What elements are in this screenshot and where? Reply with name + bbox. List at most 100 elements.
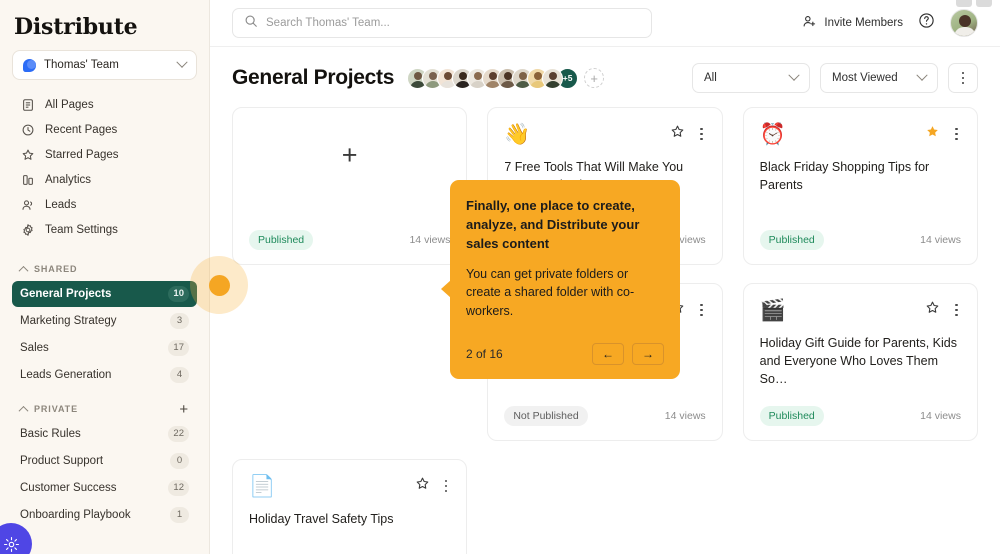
card-title: Holiday Travel Safety Tips [249, 512, 394, 526]
avatar[interactable] [542, 67, 564, 89]
main-content: Invite Members General Projects [210, 0, 1000, 554]
sidebar-folder-product-support[interactable]: Product Support 0 [12, 448, 197, 474]
primary-nav: All Pages Recent Pages Starred Pages Ana… [12, 92, 197, 248]
folder-count: 10 [168, 286, 189, 302]
user-avatar[interactable] [950, 9, 978, 37]
sidebar-item-label: Leads [45, 198, 77, 211]
shared-section-header[interactable]: SHARED [12, 257, 197, 281]
app-logo: Distribute [14, 14, 138, 40]
sidebar-folder-marketing-strategy[interactable]: Marketing Strategy 3 [12, 308, 197, 334]
page-card[interactable]: 📄 Holiday Travel Safety Tips Published 1… [232, 459, 468, 554]
sort-dropdown[interactable]: Most Viewed [820, 63, 938, 93]
chevron-down-icon [176, 56, 188, 68]
card-header: 📄 [249, 476, 450, 497]
folder-label: Marketing Strategy [20, 315, 117, 327]
sidebar-folder-onboarding-playbook[interactable]: Onboarding Playbook 1 [12, 502, 197, 528]
add-private-folder-button[interactable]: + [179, 402, 189, 417]
sidebar-item-starred-pages[interactable]: Starred Pages [12, 142, 197, 167]
tooltip-next-button[interactable]: → [632, 342, 664, 365]
status-badge: Published [249, 230, 314, 250]
sparkle-icon [3, 536, 20, 553]
sidebar-item-analytics[interactable]: Analytics [12, 167, 197, 192]
sidebar-item-recent-pages[interactable]: Recent Pages [12, 117, 197, 142]
folder-label: Sales [20, 342, 49, 354]
sidebar-item-label: Team Settings [45, 223, 118, 236]
sidebar-item-label: Analytics [45, 173, 92, 186]
chevron-up-icon [18, 405, 29, 416]
sidebar-folder-general-projects[interactable]: General Projects 10 [12, 281, 197, 307]
page-card[interactable]: ⏰ Black Friday Shopping Tips for Parents… [742, 107, 978, 265]
tooltip-nav: ← → [592, 342, 664, 365]
sidebar-item-all-pages[interactable]: All Pages [12, 92, 197, 117]
status-badge: Published [759, 406, 824, 426]
invite-members-label: Invite Members [824, 17, 903, 29]
window-chrome-partial [956, 0, 992, 7]
team-name: Thomas' Team [44, 59, 119, 71]
kebab-menu-icon[interactable] [697, 126, 706, 143]
sidebar-folder-customer-success[interactable]: Customer Success 12 [12, 475, 197, 501]
sidebar: Distribute Thomas' Team All Pages Recent… [0, 0, 210, 554]
card-footer: Published 14 views [759, 230, 961, 250]
card-actions [925, 300, 961, 320]
sidebar-folder-leads-generation[interactable]: Leads Generation 4 [12, 362, 197, 388]
card-header: 👋 [504, 124, 705, 145]
views-count: 14 views [920, 410, 961, 422]
private-section-label: PRIVATE [34, 404, 78, 414]
add-member-button[interactable]: + [584, 68, 605, 88]
private-section-header[interactable]: PRIVATE + [12, 397, 197, 421]
filter-dropdown[interactable]: All [692, 63, 810, 93]
page-card[interactable]: 🎬 Holiday Gift Guide for Parents, Kids a… [742, 283, 978, 441]
sidebar-folder-basic-rules[interactable]: Basic Rules 22 [12, 421, 197, 447]
search-bar[interactable] [232, 8, 652, 38]
star-icon[interactable] [925, 300, 940, 320]
folder-label: Customer Success [20, 482, 117, 494]
star-filled-icon[interactable] [925, 124, 940, 144]
status-badge: Published [759, 230, 824, 250]
alarm-clock-emoji-icon: ⏰ [759, 123, 786, 146]
team-switcher[interactable]: Thomas' Team [12, 50, 197, 80]
folder-count: 3 [170, 313, 189, 329]
star-icon[interactable] [670, 124, 685, 144]
clock-icon [20, 122, 35, 137]
sidebar-folder-sales[interactable]: Sales 17 [12, 335, 197, 361]
kebab-menu-icon[interactable] [442, 478, 451, 495]
card-header: 🎬 [760, 300, 961, 321]
search-input[interactable] [266, 17, 640, 29]
kebab-menu-icon[interactable] [948, 63, 978, 93]
sidebar-item-team-settings[interactable]: Team Settings [12, 217, 197, 242]
kebab-menu-icon[interactable] [697, 302, 706, 319]
sidebar-item-leads[interactable]: Leads [12, 192, 197, 217]
card-actions [415, 476, 451, 496]
onboarding-tooltip: Finally, one place to create, analyze, a… [441, 180, 680, 379]
team-dot-icon [23, 58, 36, 72]
chevron-down-icon [916, 69, 928, 81]
page-header: General Projects +5 + All Most Viewed [210, 47, 1000, 103]
shared-section-label: SHARED [34, 264, 78, 274]
people-icon [20, 197, 35, 212]
tooltip-heading: Finally, one place to create, analyze, a… [466, 198, 640, 251]
question-circle-icon[interactable] [918, 12, 935, 34]
page-header-controls: All Most Viewed [692, 63, 978, 93]
tooltip-prev-button[interactable]: ← [592, 342, 624, 365]
filter-value: All [704, 72, 717, 84]
folder-label: General Projects [20, 288, 112, 300]
tooltip-body: You can get private folders or create a … [466, 266, 635, 319]
views-count: 14 views [664, 410, 706, 422]
folder-count: 0 [170, 453, 189, 469]
bar-chart-icon [20, 172, 35, 187]
card-footer: Not Published 14 views [504, 406, 706, 426]
views-count: 14 views [409, 234, 451, 246]
star-icon[interactable] [415, 476, 430, 496]
folder-count: 17 [168, 340, 189, 356]
create-page-card[interactable]: + Published 14 views [232, 107, 468, 265]
invite-members-button[interactable]: Invite Members [802, 14, 903, 32]
page-title: General Projects [232, 66, 395, 89]
card-title: Holiday Gift Guide for Parents, Kids and… [759, 336, 957, 386]
folder-count: 4 [170, 367, 189, 383]
kebab-menu-icon[interactable] [952, 126, 961, 143]
member-avatar-stack: +5 + [407, 67, 605, 89]
folder-count: 12 [168, 480, 189, 496]
pages-icon [20, 97, 35, 112]
folder-label: Leads Generation [20, 369, 112, 381]
kebab-menu-icon[interactable] [952, 302, 961, 319]
